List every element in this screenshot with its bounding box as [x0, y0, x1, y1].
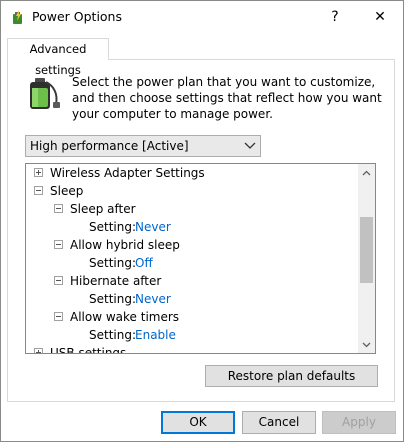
setting-value-link[interactable]: Never: [135, 290, 171, 308]
collapse-icon[interactable]: [54, 240, 63, 249]
setting-value-link[interactable]: Never: [135, 218, 171, 236]
setting-label: Setting:: [89, 292, 137, 306]
setting-label: Setting:: [89, 220, 137, 234]
vertical-scrollbar[interactable]: [358, 164, 375, 353]
scrollbar-thumb[interactable]: [360, 217, 373, 283]
setting-row-sleep-after[interactable]: Setting: Never: [26, 218, 359, 236]
expand-icon[interactable]: [34, 348, 43, 353]
tree-item-label: Allow wake timers: [70, 310, 180, 324]
scroll-up-button[interactable]: [358, 164, 375, 181]
scroll-down-button[interactable]: [358, 336, 375, 353]
setting-label: Setting:: [89, 256, 137, 270]
power-plan-dropdown[interactable]: High performance [Active]: [25, 135, 261, 157]
description-text: Select the power plan that you want to c…: [72, 75, 382, 121]
tree-item-usb-settings[interactable]: USB settings: [26, 344, 359, 354]
setting-row-hibernate-after[interactable]: Setting: Never: [26, 290, 359, 308]
tree-item-sleep-after[interactable]: Sleep after: [26, 200, 359, 218]
settings-tree[interactable]: Wireless Adapter Settings Sleep Sleep af…: [25, 163, 376, 354]
tree-item-label: Sleep after: [70, 202, 136, 216]
collapse-icon[interactable]: [34, 186, 43, 195]
power-options-icon: [13, 10, 22, 24]
collapse-icon[interactable]: [54, 312, 63, 321]
tree-item-allow-hybrid-sleep[interactable]: Allow hybrid sleep: [26, 236, 359, 254]
tree-item-allow-wake-timers[interactable]: Allow wake timers: [26, 308, 359, 326]
expand-icon[interactable]: [34, 168, 43, 177]
window-title: Power Options: [32, 9, 122, 24]
tree-item-label: Wireless Adapter Settings: [50, 166, 205, 180]
collapse-icon[interactable]: [54, 276, 63, 285]
setting-value-link[interactable]: Enable: [135, 326, 176, 344]
tree-item-label: USB settings: [50, 346, 127, 354]
title-bar[interactable]: Power Options ? ✕: [1, 1, 403, 32]
tree-item-label: Sleep: [50, 184, 84, 198]
tree-item-label: Hibernate after: [70, 274, 162, 288]
tree-item-wireless-adapter[interactable]: Wireless Adapter Settings: [26, 164, 359, 182]
chevron-down-icon: [244, 142, 256, 149]
close-button[interactable]: ✕: [357, 1, 403, 32]
apply-button[interactable]: Apply: [322, 411, 396, 434]
power-plan-selected: High performance [Active]: [30, 139, 189, 153]
cancel-button[interactable]: Cancel: [242, 411, 316, 434]
tab-advanced-settings[interactable]: Advanced settings: [7, 38, 109, 77]
ok-button[interactable]: OK: [161, 411, 235, 434]
restore-plan-defaults-button[interactable]: Restore plan defaults: [205, 365, 378, 387]
setting-row-wake-timers[interactable]: Setting: Enable: [26, 326, 359, 344]
chevron-down-icon: [362, 342, 371, 347]
collapse-icon[interactable]: [54, 204, 63, 213]
help-button[interactable]: ?: [312, 1, 358, 32]
setting-row-hybrid-sleep[interactable]: Setting: Off: [26, 254, 359, 272]
tree-item-hibernate-after[interactable]: Hibernate after: [26, 272, 359, 290]
setting-label: Setting:: [89, 328, 137, 342]
battery-icon: [30, 78, 60, 109]
chevron-up-icon: [362, 170, 371, 175]
setting-value-link[interactable]: Off: [135, 254, 153, 272]
tree-item-label: Allow hybrid sleep: [70, 238, 180, 252]
tree-item-sleep[interactable]: Sleep: [26, 182, 359, 200]
